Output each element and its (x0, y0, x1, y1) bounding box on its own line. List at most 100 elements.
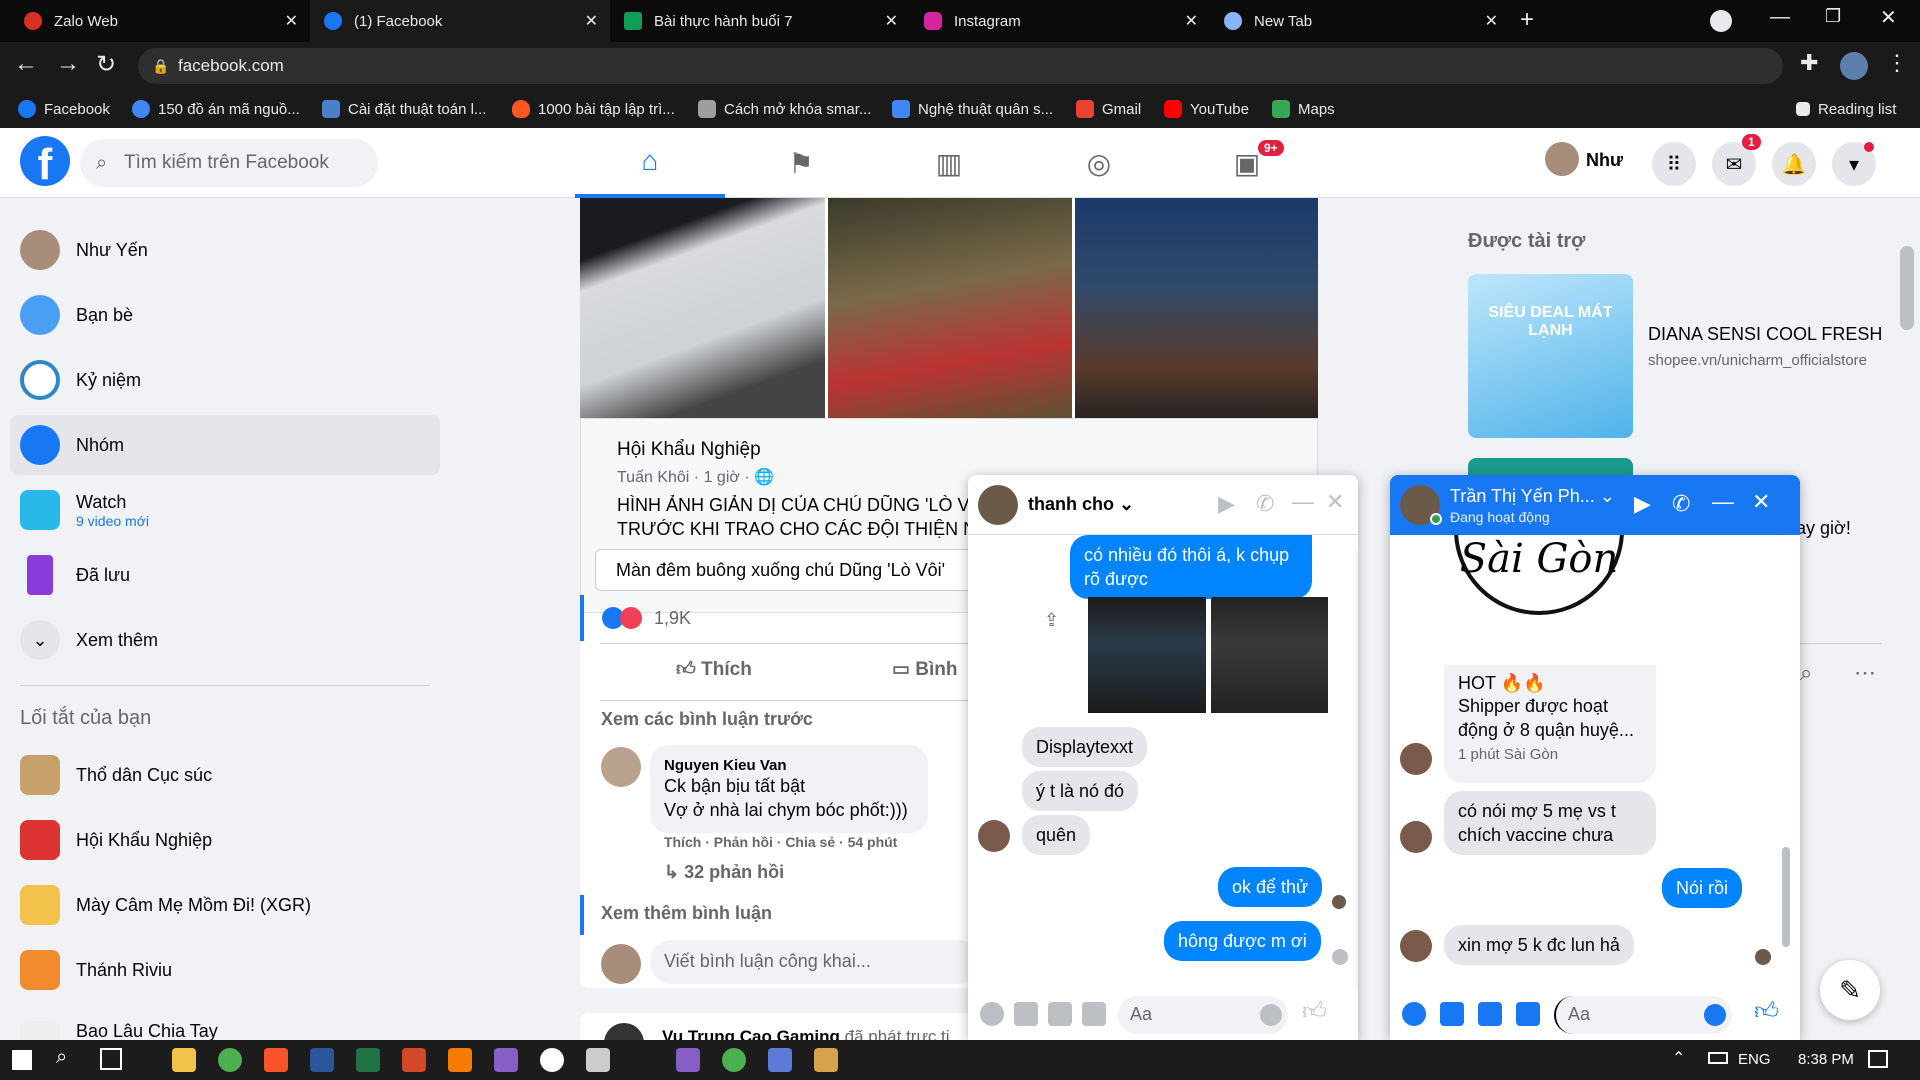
like-button[interactable]: 👍︎ Thích (676, 658, 752, 681)
post-photo[interactable] (828, 198, 1072, 423)
close-tab-icon[interactable]: ✕ (585, 11, 598, 31)
chat-contact-name[interactable]: Trần Thị Yến Ph... ⌄ (1450, 486, 1615, 507)
comment-author[interactable]: Nguyen Kieu Van (664, 757, 787, 774)
image-icon[interactable] (1014, 1002, 1038, 1026)
link-preview-card[interactable]: HOT 🔥🔥 Shipper được hoạt động ở 8 quận h… (1444, 665, 1656, 783)
brave-icon[interactable] (264, 1048, 288, 1072)
message-bubble[interactable]: Displaytexxt (1022, 727, 1148, 767)
avatar[interactable] (978, 485, 1018, 525)
profile-avatar[interactable] (1840, 52, 1868, 80)
message-bubble[interactable]: có nhiều đó thôi á, k chụp rõ được (1070, 535, 1312, 599)
windows-start-icon[interactable] (12, 1050, 32, 1070)
bookmark-facebook[interactable]: Facebook (18, 90, 110, 128)
notifications-button[interactable]: 🔔 (1772, 142, 1816, 186)
emoji-icon[interactable] (1704, 1004, 1726, 1026)
tab-facebook[interactable]: (1) Facebook ✕ (310, 0, 610, 42)
new-message-button[interactable]: ✎ (1820, 960, 1880, 1020)
shortcut-thanh-riviu[interactable]: Thánh Riviu (10, 940, 440, 1000)
bookmark-1000-bai-tap[interactable]: 1000 bài tập lập trì... (512, 90, 675, 128)
bookmark-maps[interactable]: Maps (1272, 90, 1335, 128)
avatar[interactable] (1545, 142, 1579, 176)
visual-studio-icon[interactable] (494, 1048, 518, 1072)
profile-name[interactable]: Như (1586, 150, 1623, 171)
language-indicator[interactable]: ENG (1738, 1051, 1771, 1068)
task-view-icon[interactable] (100, 1048, 122, 1070)
account-button[interactable]: ▾ (1832, 142, 1876, 186)
ad-url[interactable]: shopee.vn/unicharm_officialstore (1648, 352, 1878, 370)
file-explorer-icon[interactable] (172, 1048, 196, 1072)
reading-list[interactable]: Reading list (1796, 90, 1896, 128)
post-photo[interactable] (1075, 198, 1318, 423)
gif-icon[interactable] (1516, 1002, 1540, 1026)
minimize-chat-icon[interactable]: — (1292, 489, 1314, 515)
reload-icon[interactable]: ↻ (96, 50, 116, 79)
search-icon[interactable]: ⌕ (56, 1046, 67, 1069)
app-icon[interactable] (586, 1048, 610, 1072)
message-image[interactable] (1211, 597, 1328, 713)
facebook-logo[interactable]: f (20, 136, 70, 189)
chat-scrollbar[interactable] (1356, 549, 1358, 989)
gif-icon[interactable] (1082, 1002, 1106, 1026)
excel-icon[interactable] (356, 1048, 380, 1072)
app-icon[interactable] (814, 1048, 838, 1072)
view-more-comments[interactable]: Xem thêm bình luận (601, 903, 772, 924)
bookmark-cai-dat-thuat-toan[interactable]: Cài đặt thuật toán l... (322, 90, 486, 128)
bookmark-150-do-an[interactable]: 150 đồ án mã nguồ... (132, 90, 300, 128)
close-window-button[interactable]: ✕ (1880, 5, 1897, 30)
ad-title[interactable]: DIANA SENSI COOL FRESH (1648, 324, 1882, 345)
tab-new[interactable]: New Tab ✕ (1210, 0, 1510, 42)
app-icon[interactable] (540, 1048, 564, 1072)
shortcut-bao-lau-chia-tay[interactable]: Bao Lâu Chia Tay (10, 1005, 440, 1040)
nav-pages-tab[interactable]: ⚑ (726, 128, 876, 198)
sidebar-item-friends[interactable]: Bạn bè (10, 285, 440, 345)
avatar[interactable] (601, 747, 641, 787)
sidebar-item-groups[interactable]: Nhóm (10, 415, 440, 475)
shortcut-may-cam[interactable]: Mày Câm Mẹ Mồm Đi! (XGR) (10, 875, 440, 935)
back-arrow-icon[interactable]: ← (14, 50, 38, 78)
phone-icon[interactable]: ✆ (1672, 491, 1690, 517)
close-tab-icon[interactable]: ✕ (285, 11, 298, 31)
message-bubble[interactable]: có nói mợ 5 mẹ vs t chích vaccine chưa (1444, 791, 1656, 855)
comment-button[interactable]: ▭ Bình (892, 658, 957, 681)
close-tab-icon[interactable]: ✕ (885, 11, 898, 31)
post-photo[interactable] (580, 198, 825, 423)
menu-grid-button[interactable]: ⠿ (1652, 142, 1696, 186)
nav-home-tab[interactable]: ⌂ (575, 128, 725, 198)
word-icon[interactable] (310, 1048, 334, 1072)
avatar[interactable] (604, 1023, 644, 1040)
view-previous-comments[interactable]: Xem các bình luận trước (601, 709, 813, 730)
sidebar-item-watch[interactable]: Watch 9 video mới (10, 480, 440, 540)
message-image[interactable] (1088, 597, 1206, 713)
restore-window-button[interactable]: ❐ (1825, 6, 1841, 27)
message-bubble[interactable]: hông được m ơi (1164, 921, 1321, 961)
messenger-button[interactable]: ✉ 1 (1712, 134, 1761, 186)
chrome-icon[interactable] (218, 1048, 242, 1072)
bookmark-nghe-thuat[interactable]: Nghệ thuật quân s... (892, 90, 1053, 128)
tab-instagram[interactable]: Instagram ✕ (910, 0, 1210, 42)
nav-marketplace-tab[interactable]: ▥ (874, 128, 1024, 198)
search-icon[interactable]: ⌕ (1800, 660, 1812, 686)
chat-scrollbar[interactable] (1782, 847, 1790, 947)
tab-search-icon[interactable] (1710, 10, 1732, 32)
visual-studio-icon[interactable] (676, 1048, 700, 1072)
plus-icon[interactable] (1402, 1002, 1426, 1026)
view-replies[interactable]: ↳ 32 phản hồi (664, 862, 784, 883)
close-chat-icon[interactable]: ✕ (1752, 489, 1770, 515)
app-icon[interactable] (768, 1048, 792, 1072)
shortcut-hoi-khau-nghiep[interactable]: Hội Khẩu Nghiệp (10, 810, 440, 870)
phone-icon[interactable]: ✆ (1256, 491, 1274, 517)
extensions-icon[interactable]: ✚ (1800, 50, 1818, 76)
share-icon[interactable]: ⇪ (1044, 610, 1059, 631)
battery-icon[interactable] (1708, 1052, 1728, 1064)
reaction-summary[interactable]: 1,9K (602, 607, 691, 629)
page-scrollbar[interactable] (1900, 246, 1914, 330)
message-bubble[interactable]: xin mợ 5 k đc lun hả (1444, 925, 1634, 965)
sidebar-item-saved[interactable]: Đã lưu (10, 545, 440, 605)
nav-gaming-tab[interactable]: ▣ 9+ (1172, 128, 1322, 198)
bookmark-gmail[interactable]: Gmail (1076, 90, 1141, 128)
address-bar[interactable]: 🔒 facebook.com (138, 48, 1783, 84)
sidebar-item-memories[interactable]: Kỷ niệm (10, 350, 440, 410)
message-bubble[interactable]: quên (1022, 815, 1091, 855)
close-tab-icon[interactable]: ✕ (1185, 11, 1198, 31)
video-call-icon[interactable]: ▶ (1218, 491, 1235, 517)
